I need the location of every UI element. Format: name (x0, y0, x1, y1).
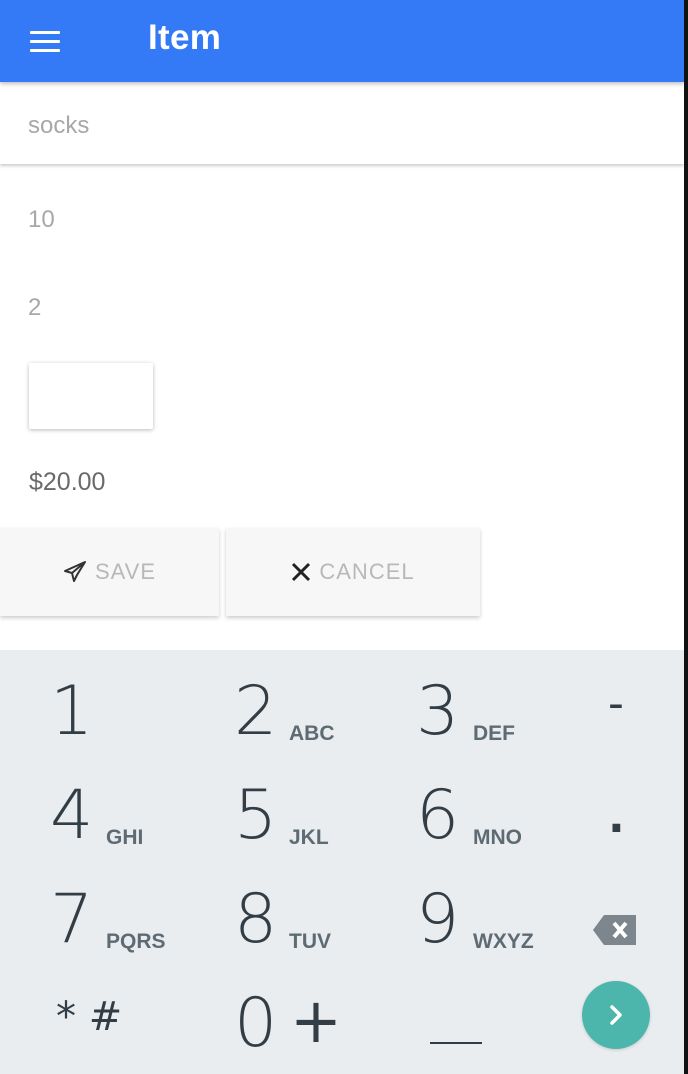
key-7[interactable]: 7 PQRS (0, 872, 180, 972)
key-digit: 5 (234, 776, 278, 855)
total-amount: $20.00 (29, 468, 106, 496)
space-bar-icon (430, 1042, 482, 1044)
key-letters: MNO (473, 826, 522, 849)
quantity-input[interactable] (28, 206, 628, 234)
key-letters: GHI (106, 826, 144, 849)
key-letters: TUV (289, 930, 331, 953)
plus-label: + (290, 984, 342, 1057)
key-4[interactable]: 4 GHI (0, 768, 180, 868)
empty-input-box[interactable] (29, 363, 153, 429)
screen-edge (684, 0, 688, 1074)
key-dot[interactable]: . (572, 768, 662, 868)
key-letters: JKL (289, 826, 329, 849)
name-input[interactable] (28, 112, 628, 140)
chevron-right-icon (606, 1003, 626, 1027)
page-title: Item (148, 18, 222, 57)
key-3[interactable]: 3 DEF (382, 664, 562, 764)
name-field-card (0, 82, 684, 164)
key-5[interactable]: 5 JKL (182, 768, 362, 868)
dot-label: . (608, 792, 625, 843)
go-next-button[interactable] (582, 981, 650, 1049)
menu-button[interactable] (22, 22, 68, 60)
hamburger-menu-icon-bar (30, 39, 60, 43)
save-button[interactable]: SAVE (0, 528, 219, 616)
key-digit: 8 (234, 880, 278, 959)
key-1[interactable]: 1 (0, 664, 180, 764)
key-digit: 2 (234, 672, 278, 751)
save-label: SAVE (94, 559, 157, 584)
key-letters: WXYZ (473, 930, 534, 953)
hamburger-menu-icon-bar (30, 48, 60, 52)
send-icon (63, 561, 87, 583)
space-key[interactable] (382, 976, 562, 1074)
key-digit: 3 (416, 672, 460, 751)
app-bar: Item (0, 0, 684, 82)
price-input[interactable] (28, 294, 628, 322)
star-hash-label: * # (56, 994, 123, 1040)
close-icon (291, 562, 311, 582)
backspace-icon (592, 914, 638, 950)
key-digit: 6 (416, 776, 460, 855)
key-minus[interactable]: - (572, 664, 662, 764)
key-digit: 1 (50, 672, 94, 751)
key-2[interactable]: 2 ABC (182, 664, 362, 764)
hamburger-menu-icon (30, 30, 60, 34)
key-8[interactable]: 8 TUV (182, 872, 362, 972)
key-6[interactable]: 6 MNO (382, 768, 562, 868)
key-star-hash[interactable]: * # (0, 976, 180, 1074)
key-digit: 7 (50, 880, 94, 959)
cancel-button[interactable]: CANCEL (226, 528, 480, 616)
key-digit: 4 (50, 776, 94, 855)
key-letters: DEF (473, 722, 515, 745)
key-digit: 9 (416, 880, 460, 959)
key-9[interactable]: 9 WXYZ (382, 872, 562, 972)
key-digit: 0 (234, 984, 278, 1063)
key-letters: ABC (289, 722, 335, 745)
key-0[interactable]: 0 + (182, 976, 362, 1074)
backspace-key[interactable] (572, 872, 662, 972)
cancel-label: CANCEL (319, 559, 415, 584)
minus-label: - (608, 678, 624, 729)
key-letters: PQRS (106, 930, 166, 953)
